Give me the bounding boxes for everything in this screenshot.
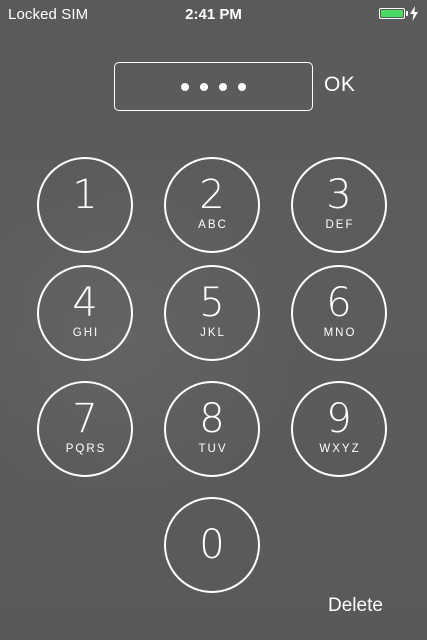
- passcode-dots: [115, 63, 312, 110]
- key-digit: 6: [326, 280, 352, 326]
- key-6[interactable]: 6 MNO: [291, 265, 387, 361]
- passcode-dot: [238, 82, 246, 91]
- battery-cap: [406, 11, 408, 16]
- sim-unlock-screen: Locked SIM 2:41 PM OK 1 2 ABC 3 DEF 4 GH…: [0, 0, 427, 640]
- key-digit: 2: [199, 172, 225, 218]
- key-1[interactable]: 1: [37, 157, 133, 253]
- key-7[interactable]: 7 PQRS: [37, 381, 133, 477]
- key-3[interactable]: 3 DEF: [291, 157, 387, 253]
- ok-button[interactable]: OK: [324, 72, 355, 98]
- key-letters: JKL: [200, 327, 226, 339]
- passcode-dot: [181, 82, 189, 91]
- passcode-field[interactable]: [114, 62, 313, 111]
- key-5[interactable]: 5 JKL: [164, 265, 260, 361]
- passcode-dot: [219, 82, 227, 91]
- key-digit: 0: [199, 522, 225, 568]
- key-9[interactable]: 9 WXYZ: [291, 381, 387, 477]
- key-digit: 1: [72, 172, 98, 218]
- battery-icon: [379, 8, 408, 19]
- key-letters: MNO: [323, 327, 357, 339]
- key-digit: 4: [72, 280, 98, 326]
- passcode-dot: [200, 82, 208, 91]
- key-digit: 3: [326, 172, 352, 218]
- key-4[interactable]: 4 GHI: [37, 265, 133, 361]
- key-letters: TUV: [198, 443, 228, 455]
- status-bar: Locked SIM 2:41 PM: [0, 0, 427, 30]
- key-2[interactable]: 2 ABC: [164, 157, 260, 253]
- status-time: 2:41 PM: [185, 6, 242, 23]
- lightning-bolt-icon: [410, 6, 418, 21]
- key-digit: 7: [72, 396, 98, 442]
- key-letters: PQRS: [65, 443, 107, 455]
- key-letters: ABC: [198, 219, 228, 231]
- key-digit: 5: [199, 280, 225, 326]
- battery-level-fill: [381, 10, 403, 17]
- key-0[interactable]: 0: [164, 497, 260, 593]
- key-digit: 8: [199, 396, 225, 442]
- key-8[interactable]: 8 TUV: [164, 381, 260, 477]
- key-letters: GHI: [72, 327, 100, 339]
- key-letters: DEF: [325, 219, 355, 231]
- key-letters: WXYZ: [319, 443, 361, 455]
- key-digit: 9: [326, 396, 352, 442]
- delete-button[interactable]: Delete: [328, 595, 383, 617]
